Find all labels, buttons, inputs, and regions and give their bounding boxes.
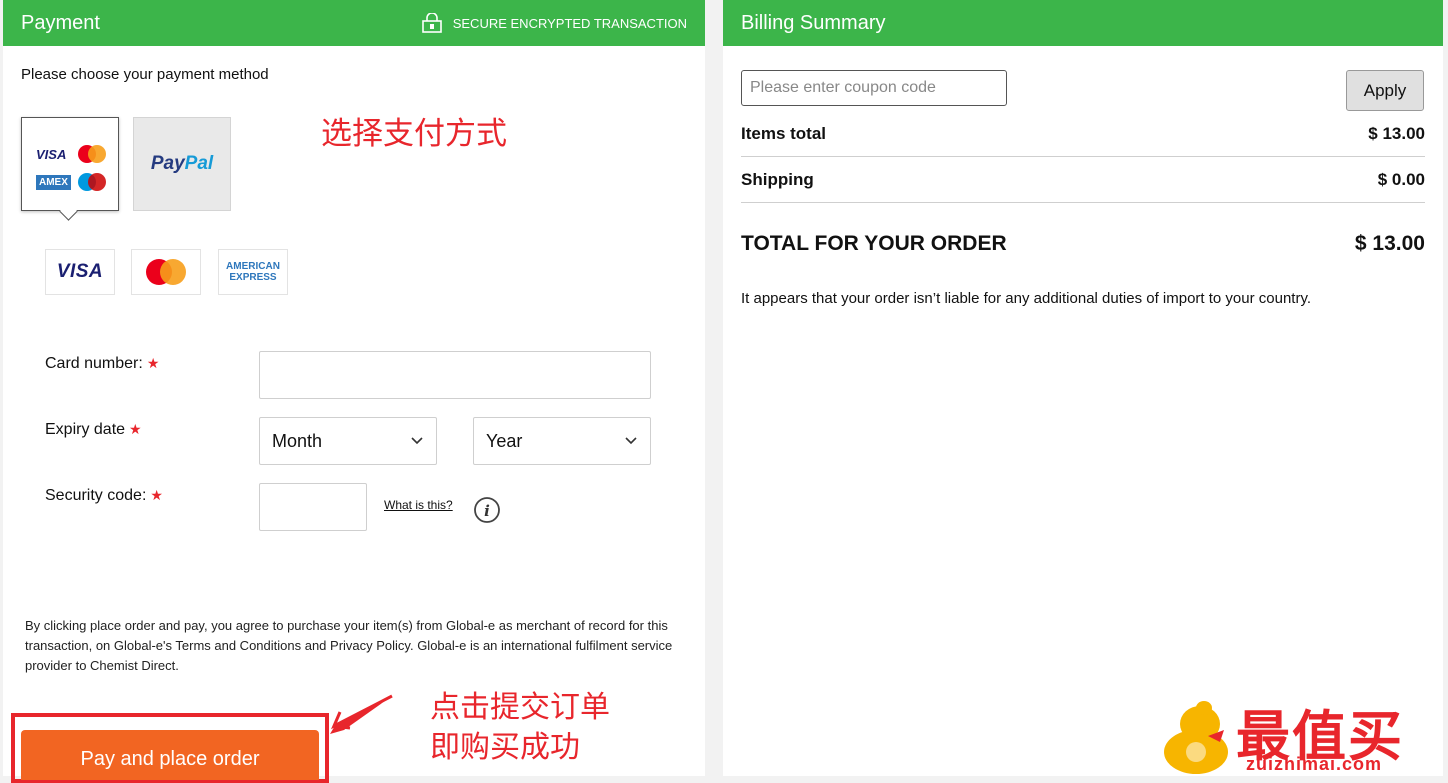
security-code-input[interactable] — [259, 483, 367, 531]
expiry-month-select[interactable]: Month — [259, 417, 437, 465]
billing-title: Billing Summary — [741, 11, 886, 34]
amex-logo: AMERICAN EXPRESS — [226, 261, 280, 283]
secure-badge: SECURE ENCRYPTED TRANSACTION — [421, 13, 687, 33]
lock-icon — [421, 13, 442, 33]
mastercard-icon — [146, 259, 186, 285]
annotation-arrow-icon — [330, 694, 393, 734]
brand-mastercard — [131, 249, 201, 295]
annotation-choose-method: 选择支付方式 — [321, 116, 507, 152]
watermark-logo: 最值买 zuizhimai.com — [1160, 692, 1448, 776]
shipping-value: $ 0.00 — [1377, 170, 1425, 189]
required-icon: ★ — [150, 487, 163, 503]
annotation-submit: 点击提交订单 即购买成功 — [430, 690, 610, 765]
info-icon[interactable]: i — [473, 496, 501, 524]
divider — [741, 156, 1425, 157]
pay-and-place-order-button[interactable]: Pay and place order — [21, 730, 319, 780]
year-value: Year — [486, 430, 523, 451]
watermark-sub-text: zuizhimai.com — [1246, 754, 1383, 774]
chevron-down-icon — [625, 437, 637, 445]
billing-header: Billing Summary — [723, 0, 1443, 46]
order-total-row: TOTAL FOR YOUR ORDER $ 13.00 — [741, 232, 1425, 256]
divider — [741, 202, 1425, 203]
apply-coupon-button[interactable]: Apply — [1346, 70, 1424, 111]
expiry-date-label: Expiry date ★ — [45, 421, 142, 438]
payment-method-card[interactable]: VISA AMEX — [21, 117, 119, 211]
maestro-mini-icon — [78, 173, 106, 191]
paypal-logo: PayPal — [150, 153, 214, 174]
mastercard-mini-icon — [78, 145, 106, 163]
amex-mini-logo: AMEX — [36, 174, 71, 190]
payment-header: Payment SECURE ENCRYPTED TRANSACTION — [3, 0, 705, 46]
visa-logo: VISA — [56, 261, 104, 282]
expiry-year-select[interactable]: Year — [473, 417, 651, 465]
required-icon: ★ — [129, 421, 142, 437]
chevron-down-icon — [411, 437, 423, 445]
required-icon: ★ — [146, 355, 160, 371]
payment-panel: Payment SECURE ENCRYPTED TRANSACTION Ple… — [3, 0, 705, 783]
items-total-row: Items total $ 13.00 — [741, 124, 1425, 144]
card-logos: VISA AMEX — [36, 144, 108, 200]
card-number-label: Card number: ★ — [45, 355, 160, 372]
legal-text: By clicking place order and pay, you agr… — [25, 618, 673, 673]
svg-text:i: i — [484, 502, 490, 520]
card-number-input[interactable] — [259, 351, 651, 399]
order-total-value: $ 13.00 — [1354, 232, 1425, 255]
shipping-label: Shipping — [741, 170, 814, 189]
billing-panel: Billing Summary Please enter coupon code… — [723, 0, 1443, 776]
brand-amex: AMERICAN EXPRESS — [218, 249, 288, 295]
coupon-placeholder: Please enter coupon code — [750, 79, 936, 96]
items-total-value: $ 13.00 — [1368, 124, 1425, 143]
month-value: Month — [272, 430, 323, 451]
what-is-this-link[interactable]: What is this? — [384, 498, 453, 512]
mascot-icon — [1164, 701, 1228, 774]
shipping-row: Shipping $ 0.00 — [741, 170, 1425, 190]
security-code-label: Security code: ★ — [45, 487, 163, 504]
coupon-input[interactable]: Please enter coupon code — [741, 70, 1007, 106]
choose-method-text: Please choose your payment method — [21, 66, 269, 83]
payment-title: Payment — [21, 11, 100, 34]
secure-text: SECURE ENCRYPTED TRANSACTION — [452, 15, 687, 31]
payment-method-paypal[interactable]: PayPal — [133, 117, 231, 211]
order-total-label: TOTAL FOR YOUR ORDER — [741, 232, 1007, 255]
brand-visa: VISA — [45, 249, 115, 295]
visa-mini-logo: VISA — [36, 146, 67, 162]
duties-note: It appears that your order isn’t liable … — [741, 290, 1312, 307]
items-total-label: Items total — [741, 124, 827, 143]
